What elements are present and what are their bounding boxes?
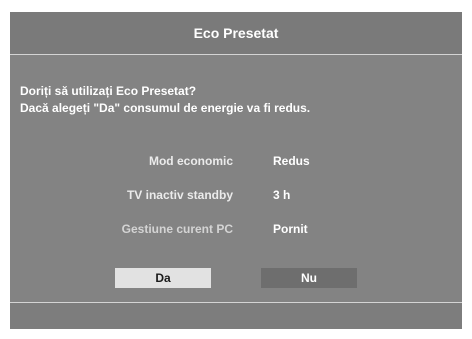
yes-button[interactable]: Da [115,268,211,288]
setting-value-eco-mode: Redus [273,154,310,168]
setting-value-pc-power: Pornit [273,222,308,236]
dialog-title: Eco Presetat [193,25,279,41]
setting-value-standby: 3 h [273,188,291,202]
setting-row-eco-mode: Mod economic Redus [10,153,462,169]
dialog-body: Doriți să utilizați Eco Presetat? Dacă a… [10,55,462,301]
question-line-1: Doriți să utilizați Eco Presetat? [20,84,197,98]
setting-row-pc-power: Gestiune curent PC Pornit [10,221,462,237]
question-line-2: Dacă alegeți "Da" consumul de energie va… [20,101,311,115]
setting-label-eco-mode: Mod economic [148,154,233,168]
setting-label-pc-power: Gestiune curent PC [121,222,233,236]
setting-row-standby: TV inactiv standby 3 h [10,187,462,203]
dialog-footer [10,303,462,329]
setting-label-standby: TV inactiv standby [126,188,233,202]
question-text: Doriți să utilizați Eco Presetat? Dacă a… [20,83,310,117]
dialog-title-bar: Eco Presetat [10,12,462,55]
eco-preset-dialog: Eco Presetat Doriți să utilizați Eco Pre… [10,12,462,329]
no-button[interactable]: Nu [261,268,357,288]
